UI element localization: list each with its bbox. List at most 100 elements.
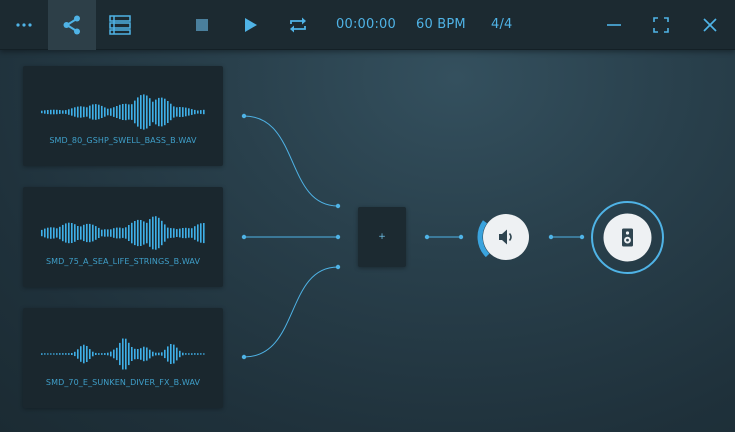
waveform-bar	[197, 110, 199, 114]
waveform	[41, 94, 205, 130]
waveform-bar	[86, 223, 88, 243]
waveform-bar	[98, 227, 100, 238]
waveform-bar	[194, 109, 196, 115]
waveform-bar	[119, 342, 121, 366]
waveform-bar	[104, 229, 106, 237]
waveform-bar	[74, 351, 76, 357]
waveform-bar	[119, 227, 121, 239]
waveform-bar	[128, 104, 130, 120]
waveform-bar	[71, 223, 73, 243]
waveform-bar	[41, 229, 43, 237]
waveform-bar	[161, 220, 163, 246]
waveform-bar	[134, 221, 136, 246]
waveform-bar	[65, 353, 67, 355]
waveform-bar	[116, 106, 118, 118]
waveform-bar	[80, 106, 82, 118]
waveform-bar	[62, 224, 64, 242]
waveform-bar	[74, 107, 76, 117]
waveform-bar	[89, 349, 91, 359]
waveform-bar	[47, 227, 49, 239]
waveform-bar	[59, 353, 61, 355]
waveform-bar	[53, 227, 55, 239]
waveform-bar	[86, 107, 88, 117]
waveform-bar	[146, 347, 148, 361]
waveform-bar	[92, 104, 94, 120]
waveform-bar	[140, 95, 142, 129]
port-volume-in	[458, 234, 464, 240]
waveform-bar	[176, 229, 178, 237]
waveform-bar	[44, 228, 46, 238]
waveform-bar	[161, 352, 163, 356]
waveform-bar	[125, 338, 127, 370]
waveform-bar	[83, 344, 85, 364]
waveform-bar	[137, 219, 139, 247]
waveform-bar	[167, 346, 169, 362]
waveform-bar	[122, 338, 124, 370]
waveform-bar	[122, 104, 124, 120]
waveform-bar	[149, 219, 151, 247]
waveform-bar	[74, 224, 76, 242]
waveform-bar	[62, 353, 64, 355]
waveform	[41, 338, 205, 370]
waveform-bar	[56, 228, 58, 238]
waveform-bar	[146, 222, 148, 244]
waveform-bar	[164, 349, 166, 359]
waveform-bar	[110, 108, 112, 116]
waveform-bar	[155, 216, 157, 250]
port-mixer-out	[424, 234, 430, 240]
waveform	[41, 216, 205, 250]
volume-knob[interactable]	[474, 212, 530, 268]
waveform-bar	[50, 353, 52, 355]
waveform-bar	[131, 104, 133, 120]
waveform-bar	[170, 103, 172, 121]
waveform-bar	[167, 227, 169, 239]
waveform-bar	[173, 106, 175, 118]
waveform-bar	[68, 109, 70, 115]
waveform-bar	[185, 227, 187, 239]
waveform-bar	[149, 98, 151, 126]
wire-clip1-to-mixer	[243, 115, 339, 207]
waveform-bar	[86, 346, 88, 362]
waveform-bar	[56, 109, 58, 115]
waveform-bar	[95, 352, 97, 355]
waveform-bar	[65, 110, 67, 114]
port-clip1-out	[241, 113, 247, 119]
audio-clip-1[interactable]: SMD_80_GSHP_SWELL_BASS_B.WAV	[23, 66, 223, 166]
port-output-in	[579, 234, 585, 240]
waveform-bar	[125, 227, 127, 239]
waveform-bar	[140, 220, 142, 246]
waveform-bar	[149, 349, 151, 359]
waveform-bar	[77, 226, 79, 240]
waveform-bar	[170, 228, 172, 238]
waveform-bar	[59, 110, 61, 114]
waveform-bar	[83, 106, 85, 118]
waveform-bar	[200, 223, 202, 243]
waveform-bar	[101, 229, 103, 237]
clip-name: SMD_80_GSHP_SWELL_BASS_B.WAV	[49, 136, 197, 145]
waveform-bar	[200, 110, 202, 114]
mixer-label: +	[378, 232, 386, 242]
port-mixer-in-2	[335, 234, 341, 240]
audio-clip-2[interactable]: SMD_75_A_SEA_LIFE_STRINGS_B.WAV	[23, 187, 223, 287]
waveform-bar	[77, 106, 79, 118]
waveform-bar	[194, 353, 196, 355]
waveform-bar	[59, 226, 61, 240]
waveform-bar	[158, 217, 160, 249]
waveform-bar	[101, 353, 103, 355]
waveform-bar	[119, 104, 121, 120]
waveform-bar	[164, 98, 166, 126]
waveform-bar	[164, 224, 166, 242]
audio-clip-3[interactable]: SMD_70_E_SUNKEN_DIVER_FX_B.WAV	[23, 308, 223, 408]
waveform-bar	[125, 103, 127, 121]
waveform-bar	[191, 353, 193, 355]
waveform-bar	[47, 110, 49, 115]
waveform-bar	[158, 97, 160, 127]
waveform-bar	[122, 228, 124, 238]
output-speaker-button[interactable]	[590, 200, 665, 275]
mixer-node[interactable]: +	[358, 207, 406, 267]
waveform-bar	[62, 110, 64, 114]
waveform-bar	[143, 221, 145, 245]
waveform-bar	[92, 224, 94, 242]
port-clip3-out	[241, 354, 247, 360]
waveform-bar	[83, 224, 85, 242]
